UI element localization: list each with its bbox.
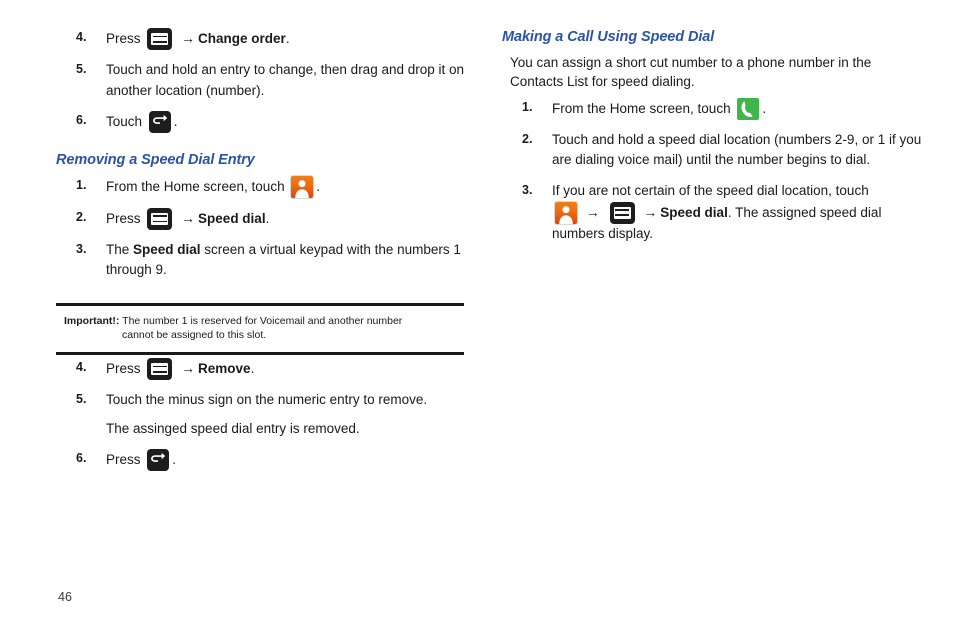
phone-app-icon <box>737 97 760 120</box>
step-trailing-text: . <box>265 210 270 226</box>
list-item: 1. From the Home screen, touch . <box>56 175 466 198</box>
step-number: 4. <box>76 30 87 44</box>
step-content: Touch the minus sign on the numeric entr… <box>106 392 428 407</box>
step-lead-text: Press <box>106 31 141 46</box>
manual-page: 4. Press → Change order. 5. Touch and hol… <box>0 0 954 636</box>
step-number: 1. <box>76 177 87 192</box>
step-sub-text: The assinged speed dial entry is removed… <box>106 420 360 436</box>
step-number: 5. <box>76 62 87 76</box>
menu-key-icon <box>147 28 173 50</box>
list-item: 6. Press . <box>56 449 466 472</box>
menu-key-icon <box>147 207 173 230</box>
step-content: Press → Remove. <box>106 358 466 380</box>
step-content: Touch and hold an entry to change, then … <box>106 62 465 98</box>
lower-steps-list: 4. Press → Remove. 5. Touch the minus sig… <box>56 358 466 472</box>
step-lead-text: Press <box>106 210 141 226</box>
step-trailing-text: . <box>316 178 321 194</box>
step-number: 2. <box>76 209 87 224</box>
step-number: 5. <box>76 392 87 406</box>
step-number: 3. <box>76 241 87 256</box>
step-number: 6. <box>76 113 87 128</box>
left-column-lower: 4. Press → Remove. 5. Touch the minus sig… <box>56 358 466 481</box>
menu-key-icon <box>609 201 635 224</box>
step-content: From the Home screen, touch . <box>552 97 922 120</box>
step-lead-text: Press <box>106 361 141 376</box>
list-item: 6. Touch . <box>56 111 466 134</box>
step-pre-text: The <box>106 241 134 257</box>
step-content: Press . <box>106 449 466 472</box>
list-item: 1. From the Home screen, touch . <box>502 97 922 120</box>
menu-key-icon <box>147 358 173 380</box>
important-note-box: Important!: The number 1 is reserved for… <box>56 303 464 355</box>
step-trailing-text: . <box>173 114 178 130</box>
note-line-2: cannot be assigned to this slot. <box>122 328 267 341</box>
step-bold-label: Speed dial <box>133 241 201 257</box>
step-bold-label: Speed dial <box>660 204 728 220</box>
step-lead-text: Touch <box>106 114 143 130</box>
contacts-app-icon <box>291 175 314 198</box>
step-trailing-text: . <box>285 31 290 46</box>
continued-steps-list: 4. Press → Change order. 5. Touch and hol… <box>56 28 466 134</box>
step-trailing-text: . <box>762 100 767 116</box>
arrow-icon: → <box>181 360 196 376</box>
step-content: Touch . <box>106 111 466 134</box>
list-item: 2. Touch and hold a speed dial location … <box>502 130 922 171</box>
list-item: 4. Press → Change order. <box>56 28 466 50</box>
step-content: Press → Change order. <box>106 28 466 50</box>
step-content: Press → Speed dial. <box>106 207 466 230</box>
back-key-icon <box>148 111 171 134</box>
arrow-icon: → <box>585 203 600 220</box>
page-number: 46 <box>58 590 72 604</box>
left-column: 4. Press → Change order. 5. Touch and hol… <box>56 28 466 291</box>
step-number: 3. <box>522 183 533 197</box>
contacts-app-icon <box>555 201 577 224</box>
step-content: The Speed dial screen a virtual keypad w… <box>106 240 466 281</box>
step-bold-label: Remove <box>198 361 251 376</box>
step-number: 1. <box>522 99 533 114</box>
step-lead-text: From the Home screen, touch <box>106 178 285 194</box>
removing-speed-dial-steps: 1. From the Home screen, touch . 2. Pres… <box>56 175 466 281</box>
making-a-call-steps: 1. From the Home screen, touch . 2. Touc… <box>502 97 922 244</box>
right-column: Making a Call Using Speed Dial You can a… <box>502 28 922 254</box>
step-pre-text: If you are not certain of the speed dial… <box>552 183 869 198</box>
step-trailing-text: . <box>250 361 255 376</box>
note-line-1: The number 1 is reserved for Voicemail a… <box>122 315 403 327</box>
note-content: Important!: The number 1 is reserved for… <box>56 315 464 343</box>
step-content: From the Home screen, touch . <box>106 175 466 198</box>
list-item: 3. The Speed dial screen a virtual keypa… <box>56 240 466 281</box>
step-bold-label: Change order <box>198 31 286 46</box>
step-number: 4. <box>76 360 87 374</box>
arrow-icon: → <box>643 203 658 220</box>
step-trailing-text: . <box>172 452 177 468</box>
back-key-icon <box>147 449 170 472</box>
step-lead-text: Press <box>106 452 141 468</box>
arrow-icon: → <box>181 30 196 46</box>
section-heading-making-a-call: Making a Call Using Speed Dial <box>502 29 715 45</box>
list-item: 4. Press → Remove. <box>56 358 466 380</box>
step-number: 2. <box>522 131 533 146</box>
step-lead-text: From the Home screen, touch <box>552 100 731 116</box>
intro-paragraph: You can assign a short cut number to a p… <box>510 54 872 90</box>
list-item: 5. Touch and hold an entry to change, th… <box>56 60 466 101</box>
arrow-icon: → <box>181 209 196 226</box>
step-bold-label: Speed dial <box>198 210 266 226</box>
list-item: 2. Press → Speed dial. <box>56 207 466 230</box>
step-content: If you are not certain of the speed dial… <box>552 181 922 244</box>
list-item: 5. Touch the minus sign on the numeric e… <box>56 390 466 439</box>
list-item: 3. If you are not certain of the speed d… <box>502 181 922 244</box>
step-content: Touch and hold a speed dial location (nu… <box>552 131 922 168</box>
section-heading-removing-speed-dial: Removing a Speed Dial Entry <box>56 152 255 169</box>
note-label: Important!: <box>64 315 120 327</box>
step-number: 6. <box>76 451 87 466</box>
